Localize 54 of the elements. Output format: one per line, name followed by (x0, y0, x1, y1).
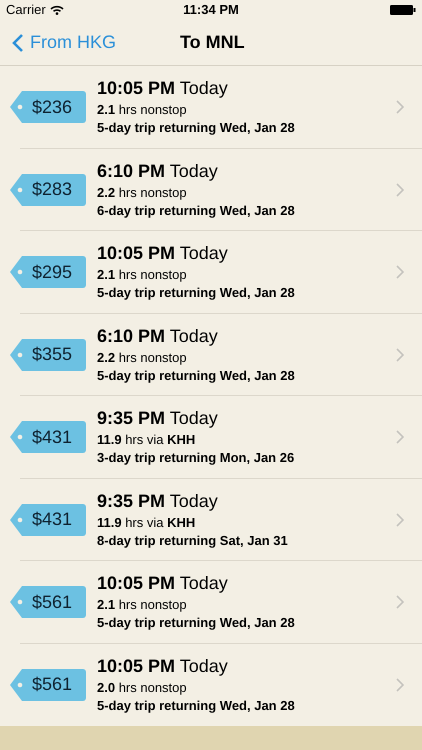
flight-row[interactable]: $283 6:10 PM Today 2.2 hrs nonstop 6-day trip returning Wed, Jan 28 (0, 148, 422, 231)
flight-row[interactable]: $236 10:05 PM Today 2.1 hrs nonstop 5-day trip returning Wed, Jan 28 (0, 66, 422, 148)
price-tag: $431 (10, 421, 86, 454)
chevron-icon (396, 348, 404, 362)
flight-row[interactable]: $295 10:05 PM Today 2.1 hrs nonstop 5-day trip returning Wed, Jan 28 (0, 231, 422, 314)
chevron-icon (396, 182, 404, 197)
clock-time: 11:34 PM (183, 1, 239, 20)
departure-time: 9:35 PM Today (97, 407, 219, 430)
flight-duration: 2.2 hrs nonstop (97, 348, 188, 367)
trip-details: 6-day trip returning Wed, Jan 28 (97, 202, 295, 220)
flight-duration: 2.0 hrs nonstop (97, 678, 188, 697)
trip-details: 5-day trip returning Wed, Jan 28 (97, 696, 295, 715)
flight-row[interactable]: $431 9:35 PM Today 11.9 hrs via KHH 3-day trip returning Mon, Jan 26 (0, 396, 422, 478)
flight-duration: 2.1 hrs nonstop (97, 596, 188, 614)
departure-time: 10:05 PM Today (97, 572, 229, 594)
flight-duration: 11.9 hrs via KHH (97, 514, 196, 532)
flight-row[interactable]: $355 6:10 PM Today 2.2 hrs nonstop 5-day trip returning Wed, Jan 28 (0, 314, 422, 396)
flight-duration: 2.1 hrs nonstop (97, 266, 188, 284)
flight-row[interactable]: $561 10:05 PM Today 2.1 hrs nonstop 5-day trip returning Wed, Jan 28 (0, 561, 422, 644)
trip-details: 5-day trip returning Wed, Jan 28 (97, 284, 295, 302)
chevron-icon (396, 265, 404, 280)
flight-row[interactable]: $431 9:35 PM Today 11.9 hrs via KHH 8-day trip returning Sat, Jan 31 (0, 478, 422, 561)
trip-details: 5-day trip returning Wed, Jan 28 (97, 614, 295, 632)
trip-details: 5-day trip returning Wed, Jan 28 (97, 119, 295, 138)
departure-time: 10:05 PM Today (97, 654, 229, 677)
price-tag: $561 (10, 668, 86, 701)
chevron-icon (396, 100, 404, 114)
trip-details: 3-day trip returning Mon, Jan 26 (97, 449, 294, 468)
flight-duration: 11.9 hrs via KHH (97, 431, 196, 450)
battery-icon (390, 5, 416, 15)
departure-time: 6:10 PM Today (97, 324, 219, 347)
departure-time: 10:05 PM Today (97, 242, 229, 264)
price-tag: $236 (10, 91, 86, 124)
departure-time: 10:05 PM Today (97, 77, 229, 100)
departure-time: 6:10 PM Today (97, 160, 219, 182)
price-tag: $283 (10, 174, 86, 206)
price-tag: $561 (10, 586, 86, 618)
price-tag: $431 (10, 504, 86, 536)
flight-row[interactable]: $561 10:05 PM Today 2.0 hrs nonstop 5-day trip returning Wed, Jan 28 (0, 644, 422, 726)
flight-duration: 2.2 hrs nonstop (97, 184, 188, 202)
chevron-icon (396, 512, 404, 527)
carrier-label: Carrier (6, 1, 46, 20)
chevron-icon (396, 430, 404, 444)
flight-duration: 2.1 hrs nonstop (97, 101, 188, 120)
wifi-icon (50, 5, 64, 15)
chevron-icon (396, 595, 404, 610)
trip-details: 5-day trip returning Wed, Jan 28 (97, 366, 295, 385)
chevron-icon (396, 678, 404, 692)
price-tag: $355 (10, 338, 86, 371)
price-tag: $295 (10, 256, 86, 288)
departure-time: 9:35 PM Today (97, 490, 219, 512)
back-chevron-icon (12, 32, 24, 52)
nav-title: To MNL (180, 31, 245, 54)
trip-details: 8-day trip returning Sat, Jan 31 (97, 532, 288, 550)
